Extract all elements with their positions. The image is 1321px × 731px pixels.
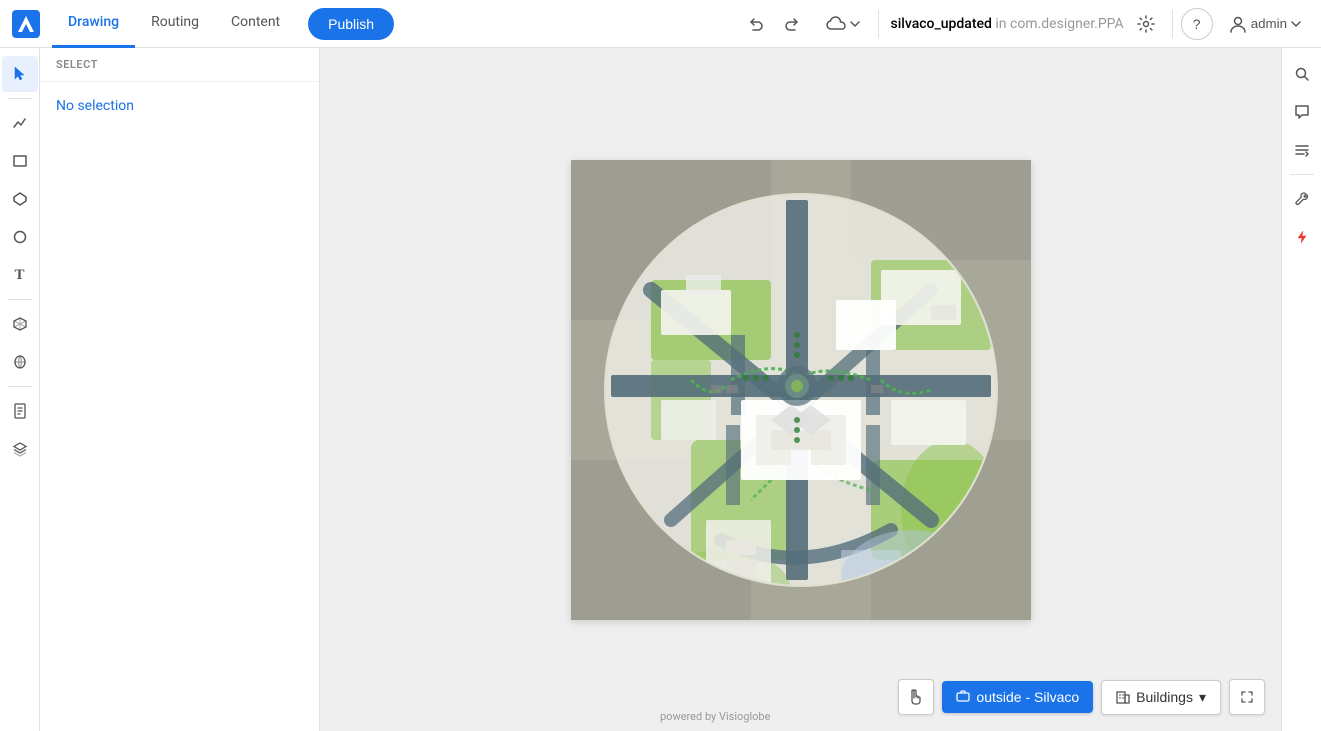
- publish-button[interactable]: Publish: [308, 8, 394, 40]
- layers-tool-button[interactable]: [2, 431, 38, 467]
- comments-icon[interactable]: [1284, 94, 1320, 130]
- text-tool-button[interactable]: T: [2, 257, 38, 293]
- hand-tool-button[interactable]: [898, 679, 934, 715]
- right-sidebar: [1281, 48, 1321, 731]
- list-icon[interactable]: [1284, 132, 1320, 168]
- search-icon[interactable]: [1284, 56, 1320, 92]
- polygon-tool-button[interactable]: [2, 181, 38, 217]
- main-layout: T: [0, 48, 1321, 731]
- rectangle-tool-button[interactable]: [2, 143, 38, 179]
- select-tool-button[interactable]: [2, 56, 38, 92]
- project-name: silvaco_updated in com.designer.PPA: [891, 16, 1124, 32]
- analytics-tool-button[interactable]: [2, 105, 38, 141]
- tab-content[interactable]: Content: [215, 0, 296, 48]
- canvas-area[interactable]: powered by Visioglobe outside - Silvaco: [320, 48, 1281, 731]
- toolbar-divider-3: [8, 386, 32, 387]
- left-toolbar: T: [0, 48, 40, 731]
- toolbar-divider-2: [8, 299, 32, 300]
- tab-routing[interactable]: Routing: [135, 0, 215, 48]
- location-button[interactable]: outside - Silvaco: [942, 681, 1093, 713]
- user-name-label: admin: [1251, 16, 1287, 31]
- undo-button[interactable]: [740, 8, 772, 40]
- settings-button[interactable]: [1132, 10, 1160, 38]
- toolbar-divider-1: [8, 98, 32, 99]
- panel-section-title: SELECT: [40, 48, 319, 82]
- header: Drawing Routing Content Publish silvaco_…: [0, 0, 1321, 48]
- fullscreen-button[interactable]: [1229, 679, 1265, 715]
- buildings-label: Buildings: [1136, 689, 1193, 705]
- cloud-button[interactable]: [816, 10, 870, 38]
- buildings-button[interactable]: Buildings ▾: [1101, 680, 1221, 715]
- nav-tabs: Drawing Routing Content: [52, 0, 296, 48]
- bottom-bar: outside - Silvaco Buildings ▾: [898, 679, 1265, 715]
- location-label: outside - Silvaco: [976, 689, 1079, 705]
- undo-redo-group: [740, 8, 808, 40]
- map-container: [571, 160, 1031, 620]
- flash-icon[interactable]: [1284, 219, 1320, 255]
- powered-by-label: powered by Visioglobe: [660, 710, 770, 723]
- app-logo: [12, 10, 40, 38]
- right-sidebar-divider: [1290, 174, 1314, 175]
- project-info: silvaco_updated in com.designer.PPA: [878, 10, 1173, 38]
- tab-drawing[interactable]: Drawing: [52, 0, 135, 48]
- circle-tool-button[interactable]: [2, 219, 38, 255]
- no-selection-text: No selection: [40, 82, 319, 130]
- image-tool-button[interactable]: [2, 344, 38, 380]
- left-panel: SELECT No selection: [40, 48, 320, 731]
- document-tool-button[interactable]: [2, 393, 38, 429]
- redo-button[interactable]: [776, 8, 808, 40]
- buildings-dropdown-arrow: ▾: [1199, 689, 1206, 706]
- map-canvas: [571, 160, 1031, 620]
- wrench-icon[interactable]: [1284, 181, 1320, 217]
- 3d-tool-button[interactable]: [2, 306, 38, 342]
- help-button[interactable]: ?: [1181, 8, 1213, 40]
- user-menu-button[interactable]: admin: [1221, 11, 1309, 37]
